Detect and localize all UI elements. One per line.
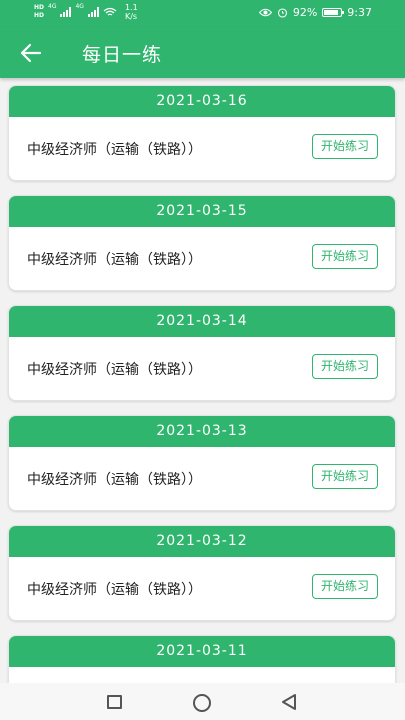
page-title: 每日一练: [82, 44, 163, 66]
card-date: 2021-03-12: [9, 526, 395, 557]
card-date: 2021-03-11: [9, 636, 395, 667]
alarm-icon: [277, 8, 287, 18]
signal2-label: 4G: [75, 3, 84, 10]
card-subject: 中级经济师（运输（铁路））: [27, 472, 202, 488]
signal1-label: 4G: [48, 3, 57, 10]
card-date: 2021-03-14: [9, 306, 395, 337]
signal-icon: [60, 7, 72, 17]
arrow-left-icon[interactable]: [18, 40, 44, 66]
practice-card: 2021-03-15 中级经济师（运输（铁路）） 开始练习: [8, 195, 396, 291]
practice-list[interactable]: 2021-03-16 中级经济师（运输（铁路）） 开始练习 2021-03-15…: [0, 78, 405, 683]
home-icon[interactable]: [193, 694, 211, 712]
practice-card: 2021-03-16 中级经济师（运输（铁路）） 开始练习: [8, 85, 396, 181]
card-subject: 中级经济师（运输（铁路））: [27, 252, 202, 268]
status-bar: HD HD 4G 4G 1.1 K/s 92% 9:37: [0, 0, 405, 27]
signal-icon-2: [87, 7, 99, 17]
practice-card: 2021-03-13 中级经济师（运输（铁路）） 开始练习: [8, 415, 396, 511]
card-subject: 中级经济师（运输（铁路））: [27, 142, 202, 158]
network-speed-unit: K/s: [124, 12, 138, 21]
start-practice-button[interactable]: 开始练习: [312, 244, 378, 269]
practice-card: 2021-03-11: [8, 635, 396, 683]
system-nav-bar: [0, 683, 405, 720]
network-speed-value: 1.1: [124, 3, 138, 12]
hd-label-top: HD: [34, 4, 45, 11]
card-body: [9, 667, 395, 683]
battery-fill: [324, 10, 339, 15]
clock: 9:37: [347, 6, 372, 19]
start-practice-button[interactable]: 开始练习: [312, 574, 378, 599]
hd-indicator: HD HD: [34, 4, 44, 20]
status-right: 92% 9:37: [258, 6, 372, 19]
card-body: 中级经济师（运输（铁路）） 开始练习: [9, 117, 395, 180]
status-left: HD HD 4G 4G 1.1 K/s: [34, 3, 138, 21]
practice-card: 2021-03-12 中级经济师（运输（铁路）） 开始练习: [8, 525, 396, 621]
start-practice-button[interactable]: 开始练习: [312, 134, 378, 159]
card-date: 2021-03-13: [9, 416, 395, 447]
card-body: 中级经济师（运输（铁路）） 开始练习: [9, 227, 395, 290]
wifi-icon: [103, 7, 117, 16]
card-body: 中级经济师（运输（铁路）） 开始练习: [9, 337, 395, 400]
practice-card: 2021-03-14 中级经济师（运输（铁路）） 开始练习: [8, 305, 396, 401]
card-subject: 中级经济师（运输（铁路））: [27, 582, 202, 598]
start-practice-button[interactable]: 开始练习: [312, 354, 378, 379]
card-date: 2021-03-15: [9, 196, 395, 227]
app-bar: 每日一练: [0, 27, 405, 78]
hd-label-bottom: HD: [34, 12, 45, 19]
battery-percent: 92%: [292, 6, 318, 19]
card-date: 2021-03-16: [9, 86, 395, 117]
recent-apps-icon[interactable]: [107, 695, 122, 709]
card-body: 中级经济师（运输（铁路）） 开始练习: [9, 447, 395, 510]
eye-icon: [258, 8, 272, 17]
card-subject: 中级经济师（运输（铁路））: [27, 362, 202, 378]
back-triangle-icon[interactable]: [280, 693, 298, 711]
battery-icon: [322, 8, 345, 17]
start-practice-button[interactable]: 开始练习: [312, 464, 378, 489]
network-speed: 1.1 K/s: [125, 3, 138, 21]
card-body: 中级经济师（运输（铁路）） 开始练习: [9, 557, 395, 620]
